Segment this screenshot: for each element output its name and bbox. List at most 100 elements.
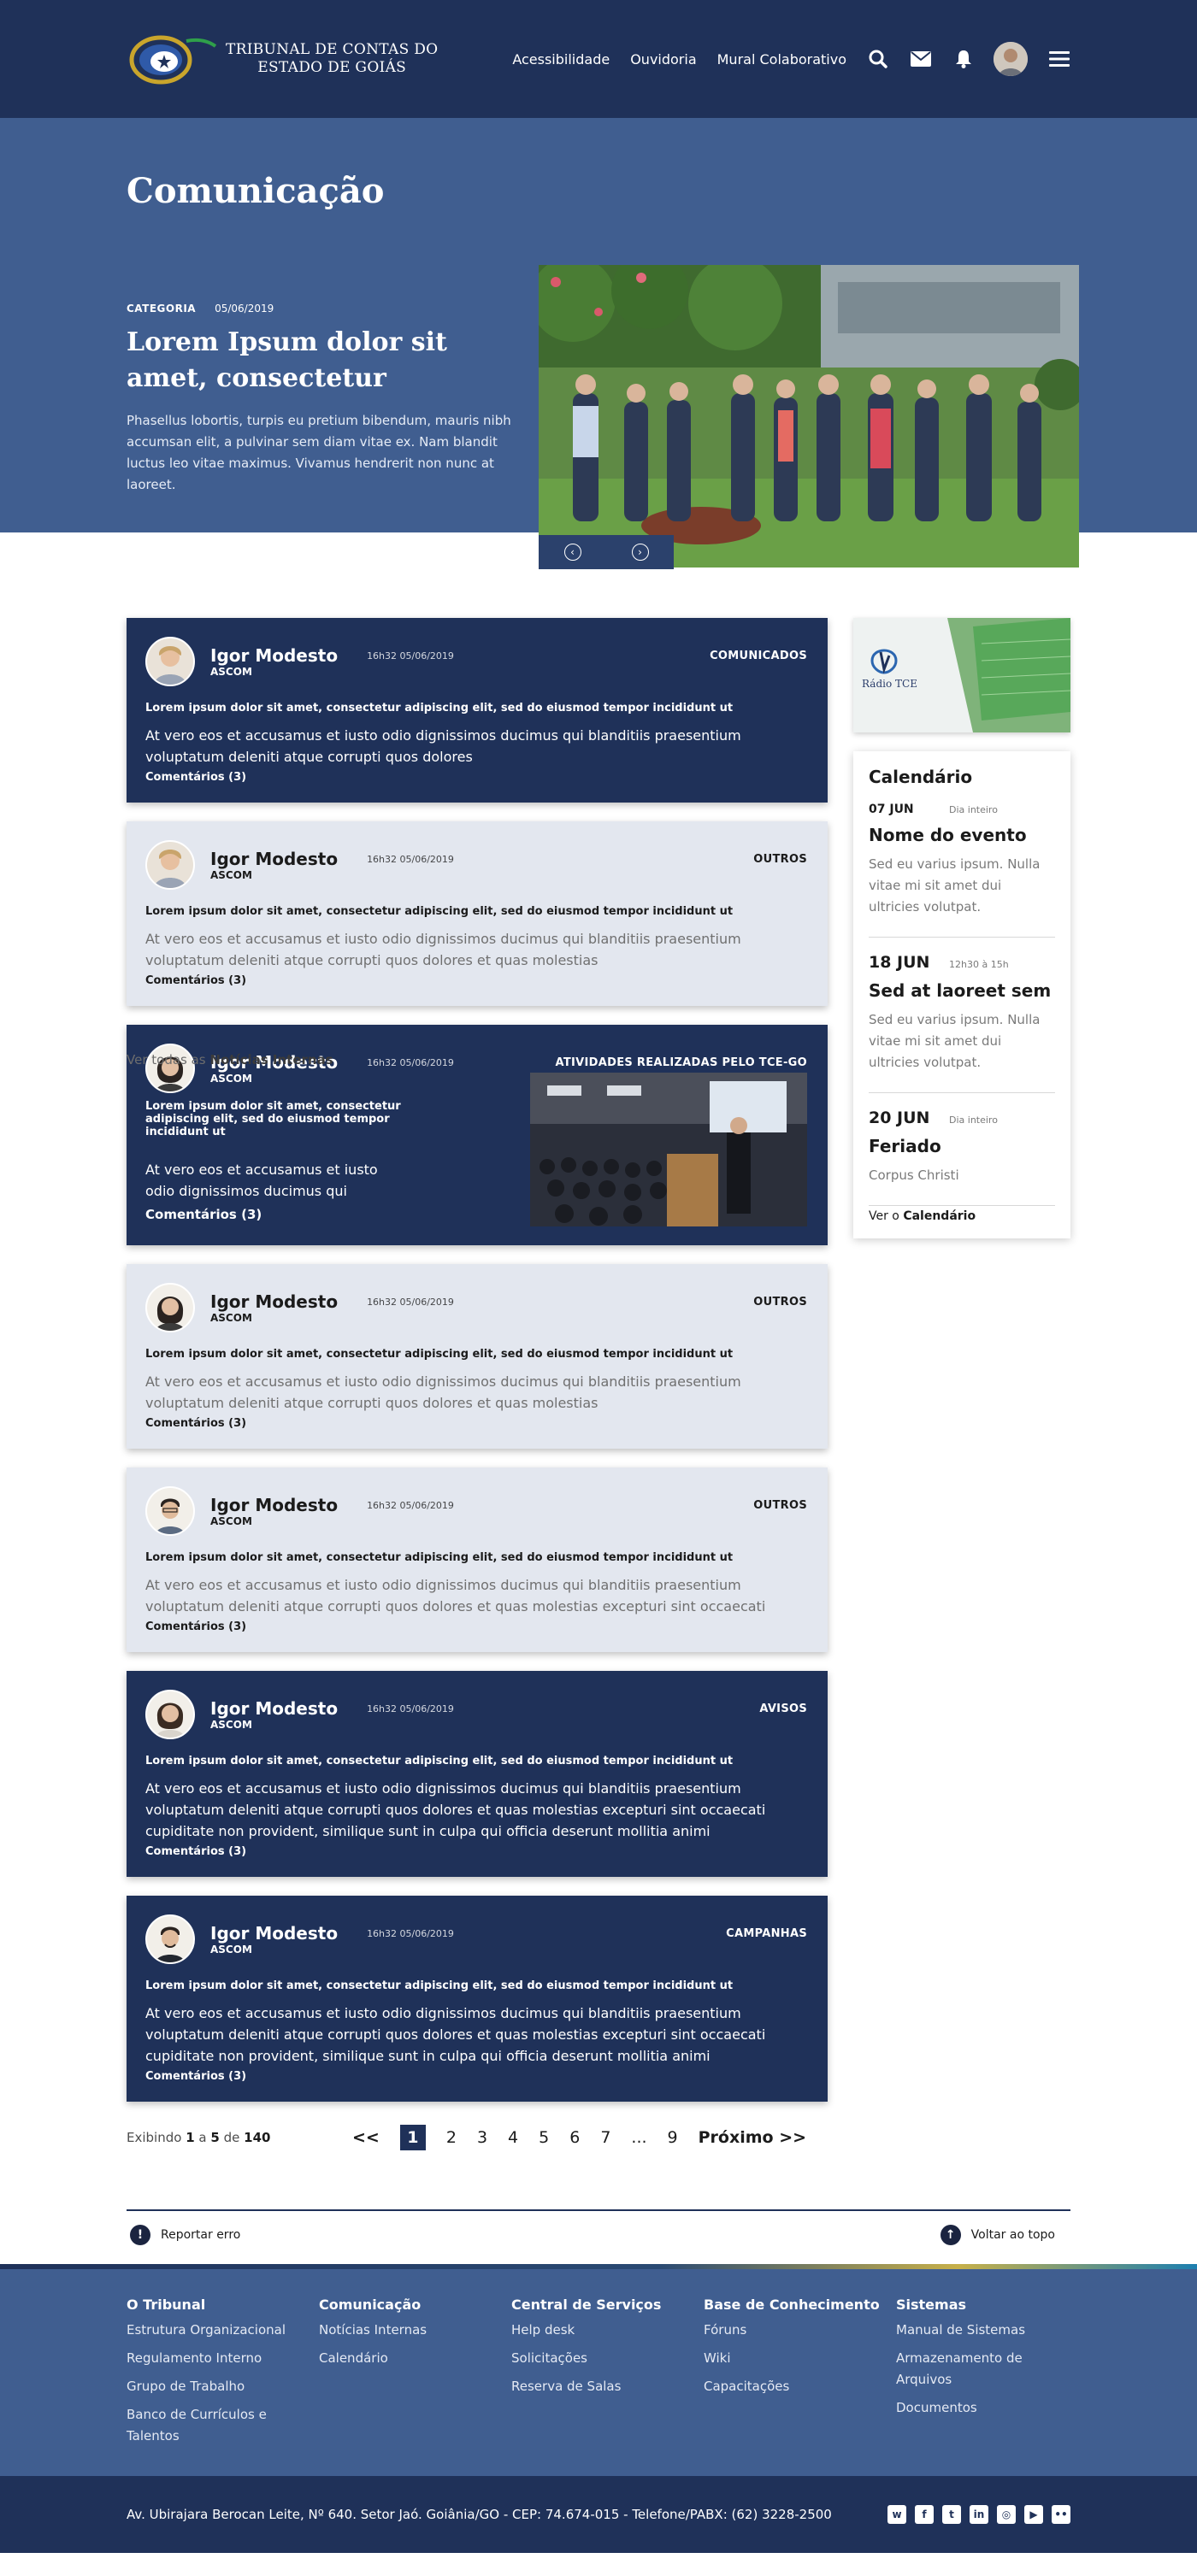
footer-link[interactable]: Estrutura Organizacional (127, 2320, 319, 2341)
post-card[interactable]: Igor Modesto ASCOM 16h32 05/06/2019 COMU… (127, 618, 828, 803)
footer-link[interactable]: Notícias Internas (319, 2320, 511, 2341)
post-card[interactable]: Igor Modesto ASCOM 16h32 05/06/2019 CAMP… (127, 1896, 828, 2102)
nav-link-acessibilidade[interactable]: Acessibilidade (512, 51, 610, 68)
bell-icon[interactable] (952, 48, 975, 70)
instagram-icon[interactable]: ◎ (997, 2505, 1016, 2524)
footer-column-base-conhecimento: Base de Conhecimento Fóruns Wiki Capacit… (704, 2297, 896, 2447)
post-card[interactable]: Igor Modesto ASCOM 16h32 05/06/2019 OUTR… (127, 1467, 828, 1652)
nav-link-mural-colaborativo[interactable]: Mural Colaborativo (717, 51, 846, 68)
report-error-button[interactable]: ! Reportar erro (130, 2225, 240, 2245)
footer-link[interactable]: Regulamento Interno (127, 2348, 319, 2369)
post-comments-link[interactable]: Comentários (3) (145, 1417, 807, 1430)
pagination-page-current[interactable]: 1 (399, 2125, 426, 2150)
calendar-event[interactable]: 18 JUN 12h30 à 15h Sed at laoreet sem Se… (869, 938, 1055, 1093)
post-lead: Lorem ipsum dolor sit amet, consectetur … (145, 1755, 734, 1767)
footer-link[interactable]: Wiki (704, 2348, 896, 2369)
post-time: 16h32 05/06/2019 (367, 1927, 454, 1939)
menu-icon[interactable] (1048, 48, 1070, 70)
site-logo[interactable]: TRIBUNAL DE CONTAS DO ESTADO DE GOIÁS (127, 29, 438, 89)
footer-link[interactable]: Reserva de Salas (511, 2376, 704, 2397)
post-comments-link[interactable]: Comentários (3) (145, 2070, 807, 2083)
post-category[interactable]: OUTROS (753, 1296, 807, 1309)
flickr-icon[interactable]: •• (1052, 2505, 1070, 2524)
pagination-page[interactable]: 6 (569, 2128, 580, 2147)
footer-link[interactable]: Solicitações (511, 2348, 704, 2369)
calendar-link[interactable]: Ver o Calendário (869, 1209, 1055, 1223)
pagination-info: Exibindo 1 a 5 de 140 (127, 2130, 271, 2145)
twitter-icon[interactable]: t (942, 2505, 961, 2524)
post-card[interactable]: Igor Modesto ASCOM 16h32 05/06/2019 OUTR… (127, 1264, 828, 1449)
footer-link[interactable]: Manual de Sistemas (896, 2320, 1070, 2341)
pagination-first[interactable]: << (352, 2128, 380, 2147)
footer-link[interactable]: Capacitações (704, 2376, 896, 2397)
pagination-page[interactable]: 9 (668, 2128, 678, 2147)
pagination-page[interactable]: 4 (508, 2128, 518, 2147)
linkedin-icon[interactable]: in (970, 2505, 988, 2524)
post-lead: Lorem ipsum dolor sit amet, consectetur … (145, 1348, 734, 1361)
footer-link[interactable]: Banco de Currículos e Talentos (127, 2404, 280, 2447)
whatsapp-icon[interactable]: w (887, 2505, 906, 2524)
footer-link[interactable]: Grupo de Trabalho (127, 2376, 319, 2397)
footer-link[interactable]: Armazenamento de Arquivos (896, 2348, 1033, 2391)
featured-title[interactable]: Lorem Ipsum dolor sit amet, consectetur (127, 325, 511, 397)
pagination-next[interactable]: Próximo >> (699, 2128, 806, 2147)
see-all-news-link[interactable]: Notícias Internas (209, 1052, 333, 1067)
pagination-page[interactable]: 2 (446, 2128, 457, 2147)
post-comments-link[interactable]: Comentários (3) (145, 1620, 807, 1633)
footer-link[interactable]: Fóruns (704, 2320, 896, 2341)
post-category[interactable]: OUTROS (753, 1499, 807, 1512)
featured-category[interactable]: CATEGORIA (127, 303, 196, 315)
post-author[interactable]: Igor Modesto (210, 1698, 338, 1719)
post-comments-link[interactable]: Comentários (3) (145, 1207, 402, 1222)
nav-link-ouvidoria[interactable]: Ouvidoria (630, 51, 696, 68)
post-author[interactable]: Igor Modesto (210, 645, 338, 666)
post-time: 16h32 05/06/2019 (367, 1296, 454, 1308)
mail-icon[interactable] (910, 48, 932, 70)
carousel-next-icon[interactable]: › (631, 544, 649, 561)
event-day: 18 JUN (869, 953, 930, 972)
calendar-widget: Calendário 07 JUN Dia inteiro Nome do ev… (853, 751, 1070, 1238)
post-card[interactable]: Igor Modesto ASCOM 16h32 05/06/2019 OUTR… (127, 821, 828, 1006)
calendar-event[interactable]: 07 JUN Dia inteiro Nome do evento Sed eu… (869, 787, 1055, 938)
post-photo[interactable] (530, 1073, 807, 1226)
back-to-top-button[interactable]: ↑ Voltar ao topo (940, 2225, 1055, 2245)
post-body: At vero eos et accusamus et iusto odio d… (145, 1780, 766, 1839)
avatar (145, 637, 195, 686)
footer-link[interactable]: Calendário (319, 2348, 511, 2369)
pagination-page[interactable]: 7 (600, 2128, 610, 2147)
post-author[interactable]: Igor Modesto (210, 849, 338, 869)
footer-column-o-tribunal: O Tribunal Estrutura Organizacional Regu… (127, 2297, 319, 2447)
pagination-page[interactable]: 5 (539, 2128, 549, 2147)
post-comments-link[interactable]: Comentários (3) (145, 1845, 807, 1858)
post-comments-link[interactable]: Comentários (3) (145, 771, 807, 784)
search-icon[interactable] (867, 48, 889, 70)
facebook-icon[interactable]: f (915, 2505, 934, 2524)
post-comments-link[interactable]: Comentários (3) (145, 974, 807, 987)
hero-section: Comunicação CATEGORIA 05/06/2019 Lorem I… (0, 118, 1197, 569)
radio-tce-banner[interactable]: Rádio TCE (853, 618, 1070, 732)
featured-photo[interactable] (539, 265, 1079, 568)
post-category[interactable]: AVISOS (759, 1703, 807, 1715)
calendar-event[interactable]: 20 JUN Dia inteiro Feriado Corpus Christ… (869, 1093, 1055, 1206)
youtube-icon[interactable]: ▶ (1024, 2505, 1043, 2524)
pagination-page[interactable]: 3 (477, 2128, 487, 2147)
post-category[interactable]: COMUNICADOS (710, 650, 807, 662)
avatar (145, 1690, 195, 1739)
radio-tce-label: Rádio TCE (862, 678, 917, 690)
carousel-prev-icon[interactable]: ‹ (563, 544, 581, 561)
footer-link[interactable]: Help desk (511, 2320, 704, 2341)
avatar (145, 1486, 195, 1536)
post-author[interactable]: Igor Modesto (210, 1495, 338, 1515)
post-category[interactable]: CAMPANHAS (726, 1927, 807, 1940)
post-category[interactable]: OUTROS (753, 853, 807, 866)
post-body: At vero eos et accusamus et iusto odio d… (145, 2005, 766, 2064)
post-body: At vero eos et accusamus et iusto odio d… (145, 727, 741, 765)
post-category[interactable]: ATIVIDADES REALIZADAS PELO TCE-GO (556, 1056, 807, 1069)
user-avatar[interactable] (994, 42, 1028, 76)
site-header: TRIBUNAL DE CONTAS DO ESTADO DE GOIÁS Ac… (0, 0, 1197, 118)
post-card[interactable]: Igor Modesto ASCOM 16h32 05/06/2019 AVIS… (127, 1671, 828, 1877)
post-org: ASCOM (210, 666, 252, 678)
post-author[interactable]: Igor Modesto (210, 1923, 338, 1944)
footer-link[interactable]: Documentos (896, 2397, 1070, 2419)
post-author[interactable]: Igor Modesto (210, 1291, 338, 1312)
